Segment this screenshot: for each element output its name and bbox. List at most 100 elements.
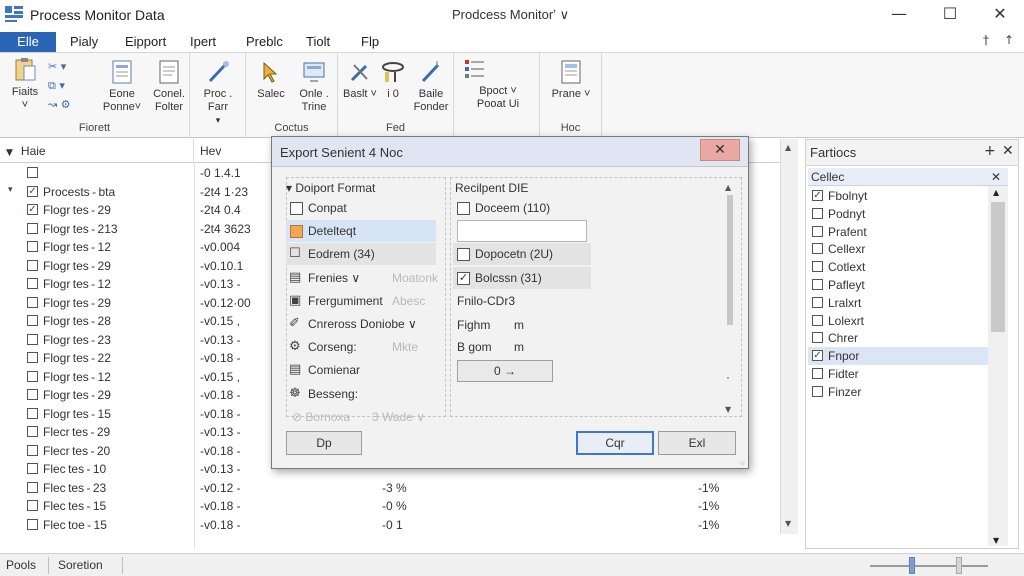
- format-checkbox[interactable]: [290, 225, 303, 239]
- zoom-slider-track[interactable]: [870, 565, 988, 567]
- pin-icon[interactable]: †: [983, 33, 989, 47]
- dialog-ok-button[interactable]: Cqr: [576, 431, 654, 455]
- row-checkbox[interactable]: [27, 278, 38, 289]
- filter-checkbox[interactable]: ✓: [812, 190, 823, 201]
- row-checkbox[interactable]: [27, 352, 38, 363]
- table-row[interactable]: Flec tes - 15 -v0.18 - -0 % -1%: [0, 497, 780, 516]
- filter-checkbox[interactable]: [812, 279, 823, 290]
- format-option[interactable]: ⚙ Corseng: Mkte: [286, 336, 436, 358]
- dialog-close-button[interactable]: ✕: [700, 139, 740, 161]
- filter-checkbox[interactable]: [812, 314, 823, 326]
- row-checkbox[interactable]: ✓: [27, 204, 38, 215]
- clear-filter-icon[interactable]: ✕: [991, 170, 1001, 184]
- filter-checkbox[interactable]: [812, 332, 823, 344]
- row-checkbox[interactable]: [27, 426, 38, 437]
- filter-item[interactable]: Finzer: [808, 383, 988, 401]
- resize-grip-icon[interactable]: ⁘: [739, 459, 747, 468]
- add-icon[interactable]: +: [984, 143, 996, 159]
- row-checkbox[interactable]: [27, 500, 38, 511]
- scroll-up-icon[interactable]: ▲: [785, 143, 791, 152]
- recipient-checkbox[interactable]: ✓: [457, 271, 470, 285]
- filters-scroll-up-icon[interactable]: ▲: [993, 188, 999, 197]
- dialog-scroll-thumb[interactable]: [727, 195, 733, 325]
- format-option[interactable]: ▤ Comienar: [286, 359, 436, 381]
- online-button[interactable]: Onle . Trine: [292, 59, 336, 114]
- apply-small-button[interactable]: 0 →: [457, 360, 553, 382]
- menu-import[interactable]: Ipert: [182, 32, 224, 52]
- done-button[interactable]: Eone Ponne˅: [100, 59, 144, 114]
- close-button[interactable]: ✕: [985, 3, 1015, 27]
- menu-time[interactable]: Tiolt: [298, 32, 338, 52]
- format-option[interactable]: Conpat: [286, 197, 436, 219]
- filter-item[interactable]: Prafent: [808, 223, 988, 241]
- close-pane-icon[interactable]: ✕: [1002, 143, 1014, 159]
- border-button[interactable]: Baile Fonder: [410, 59, 452, 114]
- filter-item[interactable]: Fidter: [808, 365, 988, 383]
- filter-checkbox[interactable]: [812, 385, 823, 397]
- row-checkbox[interactable]: [27, 222, 38, 234]
- format-option[interactable]: ⊘ Bornoxa 3 Wade ∨: [286, 406, 436, 428]
- link-button[interactable]: i 0: [378, 59, 408, 101]
- dialog-scrollbar[interactable]: ▲ ▼: [722, 183, 738, 417]
- table-row[interactable]: Flec toe - 15 -v0.18 - -0 1 -1%: [0, 516, 780, 535]
- dialog-scroll-up-icon[interactable]: ▲: [725, 183, 731, 192]
- select-button[interactable]: Salec: [250, 59, 292, 101]
- format-checkbox[interactable]: [290, 202, 303, 215]
- filter-item[interactable]: Cotlext: [808, 258, 988, 276]
- format-option[interactable]: Detelteqt: [286, 220, 436, 243]
- filters-scrollbar[interactable]: ▲ ▼: [988, 186, 1008, 546]
- filter-checkbox[interactable]: [812, 207, 823, 219]
- menu-file[interactable]: Elle: [0, 32, 56, 52]
- menu-play[interactable]: Pialy: [62, 32, 106, 52]
- filter-checkbox[interactable]: [812, 296, 823, 308]
- process-button[interactable]: Proc . Farr ▾: [196, 59, 240, 127]
- paste-button[interactable]: Fiaits ˅: [8, 57, 42, 112]
- filter-item[interactable]: Lolexrt: [808, 312, 988, 330]
- row-checkbox[interactable]: [27, 463, 38, 474]
- row-checkbox[interactable]: [27, 370, 38, 382]
- format-option[interactable]: ☐ Eodrem (34): [286, 243, 436, 266]
- filter-checkbox[interactable]: [812, 261, 823, 273]
- recipient-option[interactable]: Dopocetn (2U): [453, 243, 591, 266]
- collapse-ribbon-icon[interactable]: ↑: [1004, 33, 1014, 47]
- dialog-scroll-down-icon[interactable]: ▼: [725, 405, 731, 414]
- row-checkbox[interactable]: ✓: [27, 185, 38, 197]
- format-option[interactable]: ▣ Frergumiment Abesc: [286, 290, 436, 312]
- filter-checkbox[interactable]: [812, 243, 823, 255]
- recipient-checkbox[interactable]: [457, 248, 470, 262]
- dialog-options-button[interactable]: Dp: [286, 431, 362, 455]
- recipient-option[interactable]: Doceem (110): [453, 197, 587, 219]
- filter-checkbox[interactable]: [812, 368, 823, 379]
- build-button[interactable]: Baslt ˅: [342, 59, 378, 101]
- document-title-dropdown[interactable]: Prodcess Monitor​ʼ ∨: [452, 7, 569, 23]
- filter-item[interactable]: Chrer: [808, 329, 988, 347]
- filter-item[interactable]: ✓ Fnpor: [808, 347, 988, 366]
- filter-item[interactable]: Lralxrt: [808, 294, 988, 312]
- filters-scroll-down-icon[interactable]: ▼: [993, 536, 999, 545]
- menu-profile[interactable]: Preblc: [238, 32, 291, 52]
- row-checkbox[interactable]: [27, 333, 38, 345]
- zoom-slider-knob[interactable]: [956, 557, 962, 574]
- format-option[interactable]: ☸ Besseng:: [286, 383, 436, 405]
- filter-item[interactable]: Podnyt: [808, 205, 988, 223]
- row-checkbox[interactable]: [27, 389, 38, 400]
- row-checkbox[interactable]: [27, 518, 38, 530]
- filters-scroll-thumb[interactable]: [991, 202, 1005, 332]
- small-tools-stack[interactable]: ✂ ▾ ⧉ ▾ ↝ ⚙: [48, 57, 88, 114]
- filter-checkbox[interactable]: [812, 225, 823, 237]
- row-checkbox[interactable]: [27, 444, 38, 456]
- menu-flip[interactable]: Flp: [353, 32, 387, 52]
- expand-arrow-icon[interactable]: ▾: [8, 185, 13, 195]
- folder-button[interactable]: Conel. Folter: [148, 59, 190, 114]
- filter-item[interactable]: Cellexr: [808, 240, 988, 258]
- row-checkbox[interactable]: [27, 481, 38, 493]
- maximize-button[interactable]: ☐: [935, 3, 965, 27]
- row-checkbox[interactable]: [27, 315, 38, 326]
- recipient-input-field[interactable]: [457, 220, 587, 242]
- column-header-name[interactable]: ▼ Haie: [0, 139, 194, 163]
- zoom-slider-knob[interactable]: [909, 557, 915, 574]
- recipient-checkbox[interactable]: [457, 202, 470, 215]
- dialog-cancel-button[interactable]: Exl: [658, 431, 736, 455]
- menu-export[interactable]: Eipport: [117, 32, 174, 52]
- list-scrollbar[interactable]: ▲ ▼: [780, 139, 798, 534]
